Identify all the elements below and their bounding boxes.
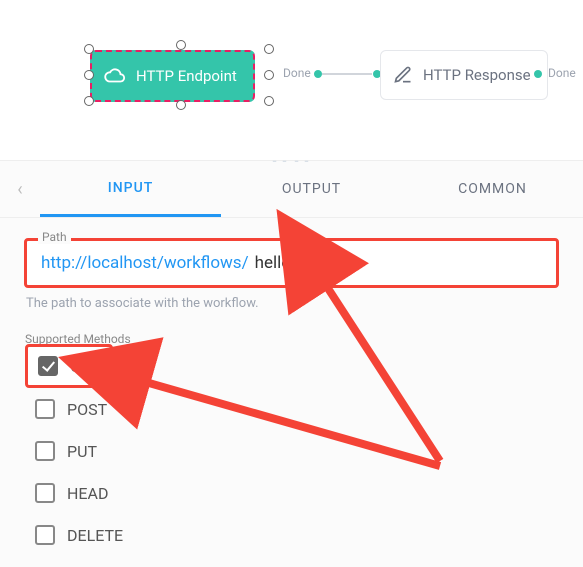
panel-tabs: ‹ INPUT OUTPUT COMMON bbox=[0, 161, 583, 218]
method-checkbox-get[interactable] bbox=[38, 356, 58, 376]
method-checkbox-head[interactable] bbox=[35, 483, 55, 503]
method-row-post[interactable]: POST bbox=[25, 388, 558, 430]
path-label: Path bbox=[38, 230, 71, 244]
selection-handle[interactable] bbox=[264, 44, 274, 54]
selection-handle[interactable] bbox=[84, 44, 94, 54]
method-checkbox-delete[interactable] bbox=[35, 525, 55, 545]
selection-handle[interactable] bbox=[176, 40, 186, 50]
back-chevron-icon[interactable]: ‹ bbox=[0, 179, 40, 200]
path-field-wrap: Path http://localhost/workflows/ hello-w… bbox=[24, 238, 559, 288]
node-endpoint-status: Done bbox=[283, 66, 311, 80]
path-value: hello-world bbox=[255, 253, 338, 273]
connector[interactable] bbox=[322, 73, 372, 75]
output-port-icon[interactable] bbox=[314, 70, 322, 78]
cloud-icon bbox=[104, 65, 126, 87]
method-row-get[interactable]: GET bbox=[34, 351, 100, 381]
edit-icon bbox=[393, 65, 413, 85]
properties-panel: ╶ ╴╶ ╴ ‹ INPUT OUTPUT COMMON Path http:/… bbox=[0, 160, 583, 567]
path-hint: The path to associate with the workflow. bbox=[26, 296, 557, 311]
method-row-delete[interactable]: DELETE bbox=[25, 514, 558, 556]
selection-handle[interactable] bbox=[84, 96, 94, 106]
node-endpoint-label: HTTP Endpoint bbox=[136, 67, 237, 85]
node-http-endpoint[interactable]: HTTP Endpoint bbox=[90, 50, 255, 102]
selection-handle[interactable] bbox=[264, 96, 274, 106]
method-name: HEAD bbox=[67, 484, 108, 503]
method-checkbox-post[interactable] bbox=[35, 399, 55, 419]
method-name: DELETE bbox=[67, 526, 123, 545]
path-prefix: http://localhost/workflows/ bbox=[41, 253, 249, 273]
drag-handle-icon[interactable]: ╶ ╴╶ ╴ bbox=[270, 155, 314, 168]
method-name: POST bbox=[67, 400, 107, 419]
node-response-status: Done bbox=[548, 66, 576, 80]
method-name: GET bbox=[70, 357, 100, 376]
method-row-head[interactable]: HEAD bbox=[25, 472, 558, 514]
tab-input[interactable]: INPUT bbox=[40, 162, 221, 217]
method-get-highlight: GET bbox=[25, 344, 113, 388]
selection-handle[interactable] bbox=[264, 70, 274, 80]
node-response-label: HTTP Response bbox=[423, 66, 531, 84]
node-http-response[interactable]: HTTP Response bbox=[380, 50, 548, 100]
method-name: PUT bbox=[67, 442, 97, 461]
method-row-put[interactable]: PUT bbox=[25, 430, 558, 472]
tab-common[interactable]: COMMON bbox=[402, 163, 583, 215]
workflow-canvas[interactable]: HTTP Endpoint Done HTTP Response Done bbox=[0, 0, 583, 160]
tab-output[interactable]: OUTPUT bbox=[221, 163, 402, 215]
path-input[interactable]: http://localhost/workflows/ hello-world bbox=[24, 238, 559, 288]
selection-handle[interactable] bbox=[84, 70, 94, 80]
method-checkbox-put[interactable] bbox=[35, 441, 55, 461]
selection-handle[interactable] bbox=[176, 100, 186, 110]
supported-methods: Supported Methods GET POST PUT HEAD bbox=[24, 331, 559, 557]
output-port-icon[interactable] bbox=[534, 70, 542, 78]
